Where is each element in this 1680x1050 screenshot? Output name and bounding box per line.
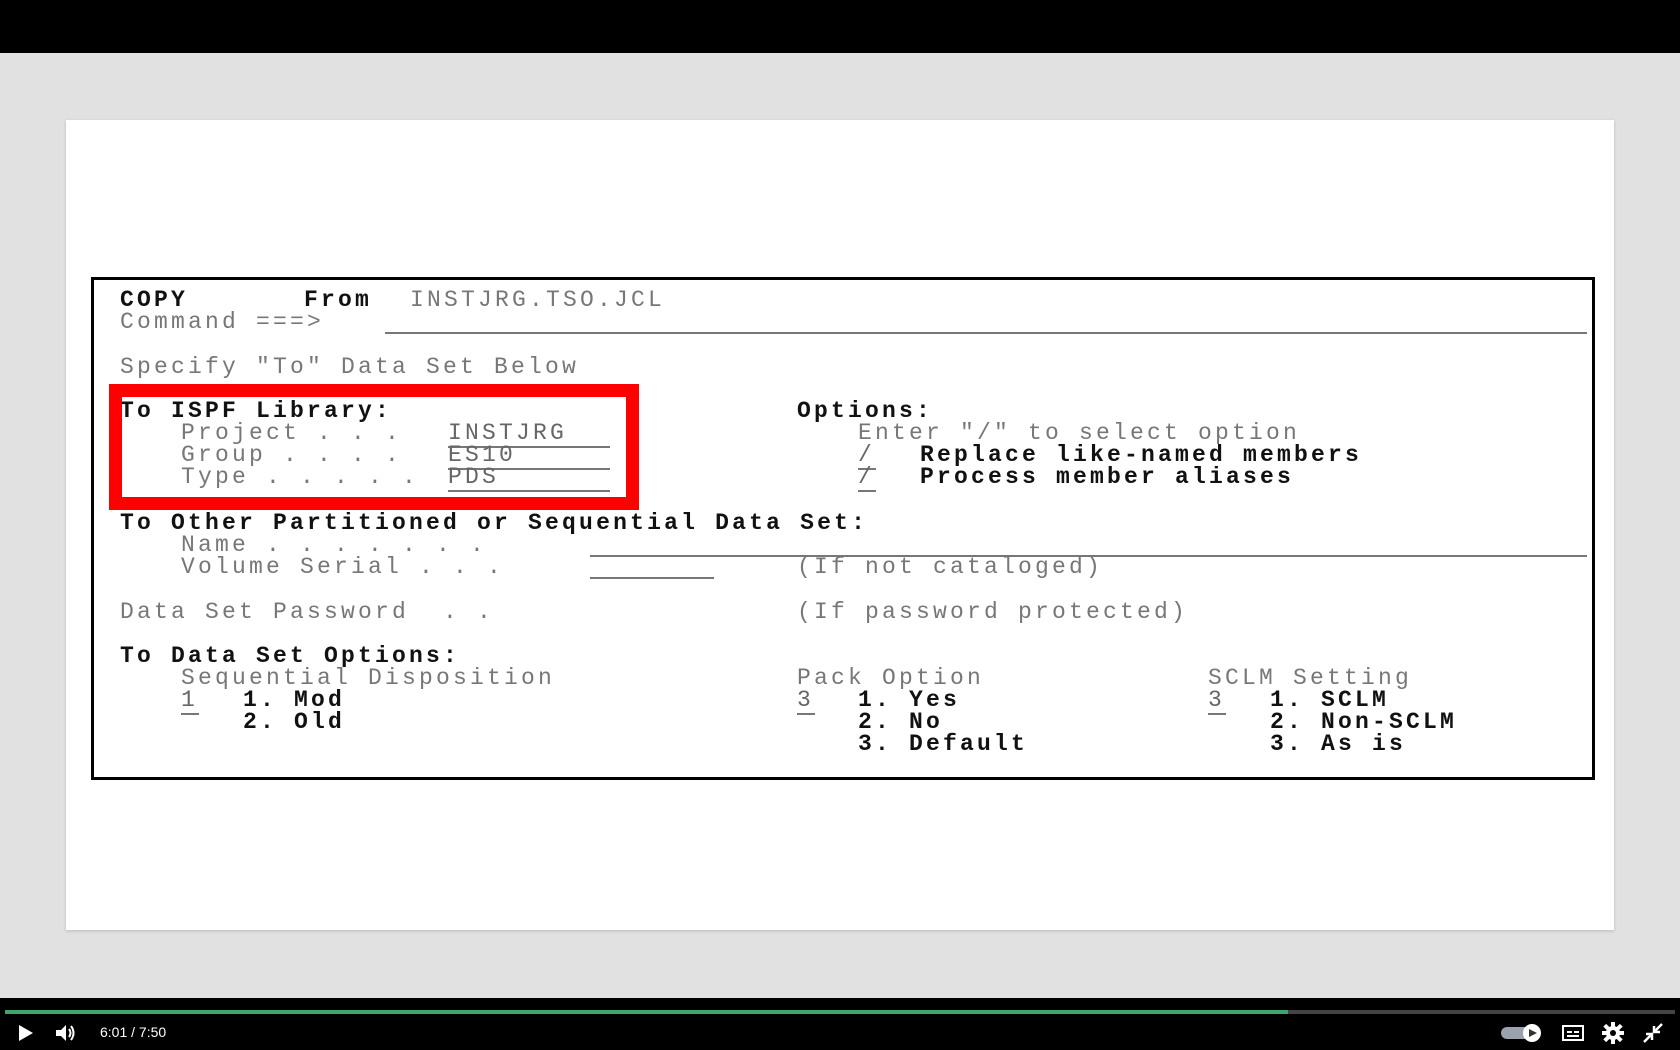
time-display: 6:01 / 7:50: [100, 1024, 166, 1040]
progress-bar[interactable]: [5, 1010, 1675, 1014]
seq-opt-old: 2. Old: [243, 709, 346, 735]
play-icon[interactable]: [12, 1022, 38, 1044]
volume-icon[interactable]: [52, 1022, 80, 1044]
time-separator: /: [131, 1024, 136, 1040]
command-label: Command ===>: [120, 309, 325, 335]
video-controls-bar: [0, 998, 1680, 1050]
top-black-bar: [0, 0, 1680, 53]
password-note: (If password protected): [797, 599, 1189, 625]
seq-disp-field[interactable]: 1: [181, 688, 199, 715]
duration: 7:50: [138, 1024, 167, 1040]
pack-opt-default: 3. Default: [858, 731, 1029, 757]
autoplay-toggle[interactable]: [1500, 1023, 1544, 1043]
aliases-option-field[interactable]: /: [858, 465, 876, 492]
sclm-opt-as-is: 3. As is: [1270, 731, 1407, 757]
pack-option-field[interactable]: 3: [797, 688, 815, 715]
current-time: 6:01: [100, 1024, 128, 1040]
aliases-option-label: Process member aliases: [920, 464, 1295, 490]
from-dataset: INSTJRG.TSO.JCL: [410, 287, 666, 313]
captions-icon[interactable]: [1560, 1022, 1586, 1044]
settings-icon[interactable]: [1600, 1022, 1626, 1044]
specify-heading: Specify "To" Data Set Below: [120, 354, 580, 380]
red-highlight-box: [109, 384, 639, 510]
volume-label: Volume Serial . . .: [181, 554, 505, 580]
not-cataloged-note: (If not cataloged): [797, 554, 1104, 580]
progress-played: [5, 1010, 1288, 1014]
command-input[interactable]: [385, 332, 1587, 334]
seq-disp-heading: Sequential Disposition: [181, 665, 556, 691]
sclm-setting-field[interactable]: 3: [1208, 688, 1226, 715]
volume-input[interactable]: [590, 577, 714, 579]
password-label: Data Set Password . .: [120, 599, 495, 625]
exit-fullscreen-icon[interactable]: [1640, 1022, 1666, 1044]
